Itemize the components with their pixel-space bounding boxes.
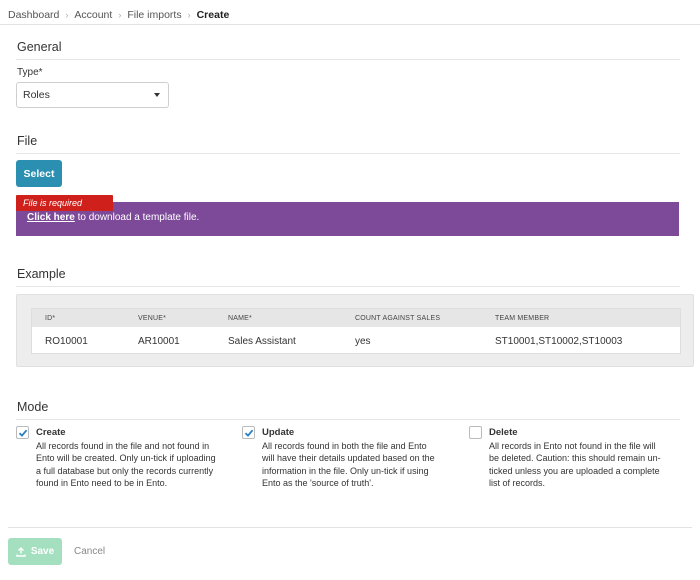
example-panel: ID* VENUE* NAME* COUNT AGAINST SALES TEA… <box>16 294 694 367</box>
type-select-value: Roles <box>23 89 50 101</box>
cancel-button[interactable]: Cancel <box>74 538 105 565</box>
section-title-general: General <box>17 40 62 54</box>
delete-description: All records in Ento not found in the fil… <box>489 440 661 489</box>
description-line: All records found in the file and not fo… <box>36 441 210 451</box>
description-line: be deleted. Caution: this should remain … <box>489 453 661 464</box>
divider <box>16 153 680 154</box>
breadcrumb-account[interactable]: Account <box>74 9 112 21</box>
check-icon <box>244 429 253 437</box>
table-cell: Sales Assistant <box>228 335 296 347</box>
example-table: ID* VENUE* NAME* COUNT AGAINST SALES TEA… <box>31 308 681 354</box>
chevron-right-icon: › <box>118 9 122 20</box>
table-row: RO10001 AR10001 Sales Assistant yes ST10… <box>32 327 680 355</box>
table-header: ID* VENUE* NAME* COUNT AGAINST SALES TEA… <box>32 309 680 327</box>
caret-down-icon <box>154 93 160 97</box>
breadcrumb-current: Create <box>196 8 230 21</box>
description-line: list of records. <box>489 477 546 488</box>
description-line: All records in Ento not found in the fil… <box>489 441 656 451</box>
section-title-example: Example <box>17 267 66 281</box>
delete-label: Delete <box>489 427 518 438</box>
chevron-right-icon: › <box>187 9 191 20</box>
create-label: Create <box>36 427 66 438</box>
table-cell: RO10001 <box>45 335 88 347</box>
update-checkbox[interactable] <box>242 426 255 439</box>
create-description: All records found in the file and not fo… <box>36 440 216 489</box>
template-download-link[interactable]: Click here <box>27 212 75 223</box>
upload-icon <box>16 546 26 557</box>
description-line: Ento will be created. Only un-tick if up… <box>36 453 216 464</box>
chevron-right-icon: › <box>65 9 69 20</box>
description-line: found in Ento need to be in Ento. <box>36 477 168 488</box>
save-button-label: Save <box>30 546 55 557</box>
divider <box>16 59 680 60</box>
description-line: Ento as the 'source of truth'. <box>262 477 374 488</box>
table-cell: yes <box>355 335 371 347</box>
table-cell: ST10001,ST10002,ST10003 <box>495 335 623 347</box>
section-title-mode: Mode <box>17 400 49 414</box>
breadcrumb-dashboard[interactable]: Dashboard <box>8 9 59 21</box>
divider <box>16 419 680 420</box>
create-checkbox[interactable] <box>16 426 29 439</box>
column-header: ID* <box>45 314 56 322</box>
column-header: TEAM MEMBER <box>495 314 550 322</box>
divider <box>8 527 692 528</box>
delete-checkbox[interactable] <box>469 426 482 439</box>
description-line: will have their details updated based on… <box>262 453 435 464</box>
description-line: ticked unless you are uploaded a complet… <box>489 465 660 476</box>
update-label: Update <box>262 427 295 438</box>
section-title-file: File <box>17 134 38 148</box>
file-error-tag: File is required <box>16 195 113 211</box>
description-line: information in the file. Only un-tick if… <box>262 465 429 476</box>
update-description: All records found in both the file and E… <box>262 440 435 489</box>
breadcrumb: Dashboard › Account › File imports › Cre… <box>0 0 700 25</box>
type-select[interactable]: Roles <box>16 82 169 108</box>
description-line: All records found in both the file and E… <box>262 441 427 451</box>
divider <box>16 286 680 287</box>
table-cell: AR10001 <box>138 335 180 347</box>
column-header: VENUE* <box>138 314 167 322</box>
save-button[interactable]: Save <box>8 538 62 565</box>
template-banner: Click here to download a template file. <box>16 202 679 236</box>
select-file-button[interactable]: Select <box>16 160 62 187</box>
template-banner-text: to download a template file. <box>74 212 200 223</box>
column-header: NAME* <box>228 314 252 322</box>
description-line: a full database but only the records cur… <box>36 465 214 476</box>
breadcrumb-file-imports[interactable]: File imports <box>127 9 181 21</box>
type-label: Type* <box>17 67 43 78</box>
column-header: COUNT AGAINST SALES <box>355 314 441 322</box>
check-icon <box>18 429 27 437</box>
